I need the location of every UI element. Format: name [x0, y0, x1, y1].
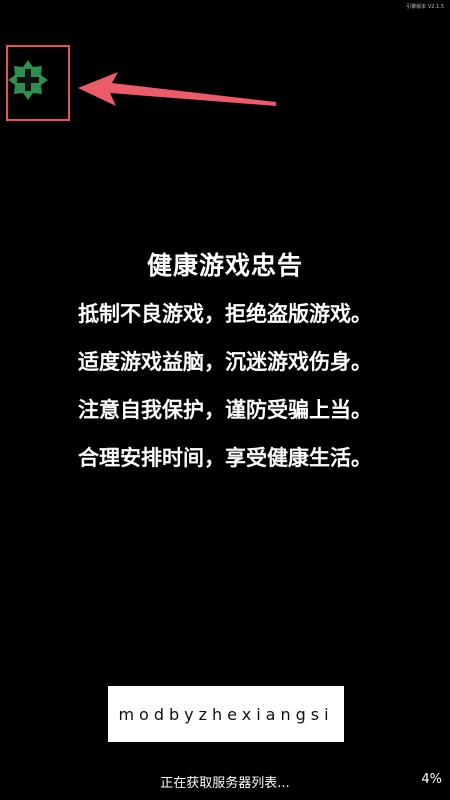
notice-line: 抵制不良游戏，拒绝盗版游戏。 — [78, 302, 372, 326]
splash-screen: 引擎版本 V2.1.5 健康游戏忠告 抵制不良游戏，拒绝盗版游戏。 适度游戏益脑… — [0, 0, 450, 800]
engine-version: 引擎版本 V2.1.5 — [406, 4, 444, 10]
mod-credit-label: modbyzhexiangsi — [108, 686, 344, 742]
notice-line: 注意自我保护，谨防受骗上当。 — [78, 398, 372, 422]
arrow-left-icon — [78, 72, 276, 106]
loading-progress: 4% — [421, 772, 442, 787]
notice-title: 健康游戏忠告 — [146, 251, 303, 280]
loading-status: 正在获取服务器列表... — [160, 776, 290, 791]
notice-line: 适度游戏益脑，沉迷游戏伤身。 — [78, 350, 372, 374]
health-notice: 健康游戏忠告 抵制不良游戏，拒绝盗版游戏。 适度游戏益脑，沉迷游戏伤身。 注意自… — [0, 246, 450, 492]
plus-badge-icon[interactable] — [6, 58, 50, 102]
notice-line: 合理安排时间，享受健康生活。 — [78, 446, 372, 470]
